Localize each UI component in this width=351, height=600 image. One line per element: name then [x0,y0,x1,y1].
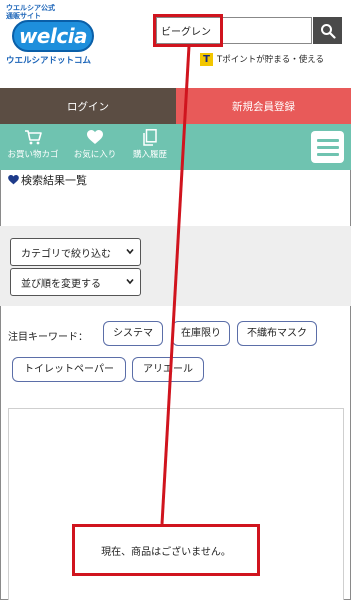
page-title-text: 検索結果一覧 [21,174,87,187]
login-button[interactable]: ログイン [0,88,176,124]
category-filter-select[interactable]: カテゴリで絞り込む [10,238,141,266]
search-bar [156,17,342,44]
keyword-chip[interactable]: トイレットペーパー [12,357,126,382]
keyword-chip[interactable]: アリエール [132,357,204,382]
quick-nav: お買い物カゴ お気に入り 購入履歴 [0,124,351,170]
tpoint-info: T Tポイントが貯まる・使える [200,52,324,66]
logo-wordmark: welcia [12,20,94,52]
hamburger-menu-icon[interactable] [311,131,344,163]
logo-tagline-line2: 通販サイト [6,12,41,20]
register-button[interactable]: 新規会員登録 [176,88,351,124]
site-header: ウエルシア公式 通販サイト welcia ウエルシアドットコム T Tポイントが… [0,0,351,88]
nav-item-history[interactable]: 購入履歴 [121,126,179,166]
keyword-chip[interactable]: 在庫限り [172,321,230,346]
search-button[interactable] [313,17,342,44]
welcia-logo[interactable]: ウエルシア公式 通販サイト welcia ウエルシアドットコム [6,4,106,70]
filter-panel: カテゴリで絞り込む 並び順を変更する [0,226,351,306]
nav-item-cart[interactable]: お買い物カゴ [4,126,62,166]
category-filter-label: カテゴリで絞り込む [21,248,111,260]
sort-select-label: 並び順を変更する [21,278,101,290]
chevron-down-icon [126,248,134,255]
history-icon [143,128,157,146]
nav-item-favorites[interactable]: お気に入り [66,126,124,166]
search-input[interactable] [156,17,312,44]
auth-bar: ログイン 新規会員登録 [0,88,351,124]
page-title: 検索結果一覧 [8,172,87,188]
heart-icon [87,129,103,144]
tpoint-text: Tポイントが貯まる・使える [217,55,324,65]
keyword-chip[interactable]: 不織布マスク [237,321,317,346]
empty-results-message: 現在、商品はございません。 [72,524,260,576]
logo-tagline: ウエルシア公式 通販サイト [6,4,55,20]
keyword-chip[interactable]: システマ [103,321,163,346]
sort-select[interactable]: 並び順を変更する [10,268,141,296]
logo-subtitle: ウエルシアドットコム [6,56,92,66]
nav-item-label: お気に入り [73,150,117,160]
logo-tagline-line1: ウエルシア公式 [6,4,55,12]
tpoint-icon: T [200,52,213,66]
nav-item-label: お買い物カゴ [7,150,59,160]
nav-item-label: 購入履歴 [132,150,167,160]
keyword-label: 注目キーワード： [8,332,88,343]
heart-icon [8,175,19,185]
search-icon [320,23,336,39]
chevron-down-icon [126,278,134,285]
cart-icon [25,130,42,145]
